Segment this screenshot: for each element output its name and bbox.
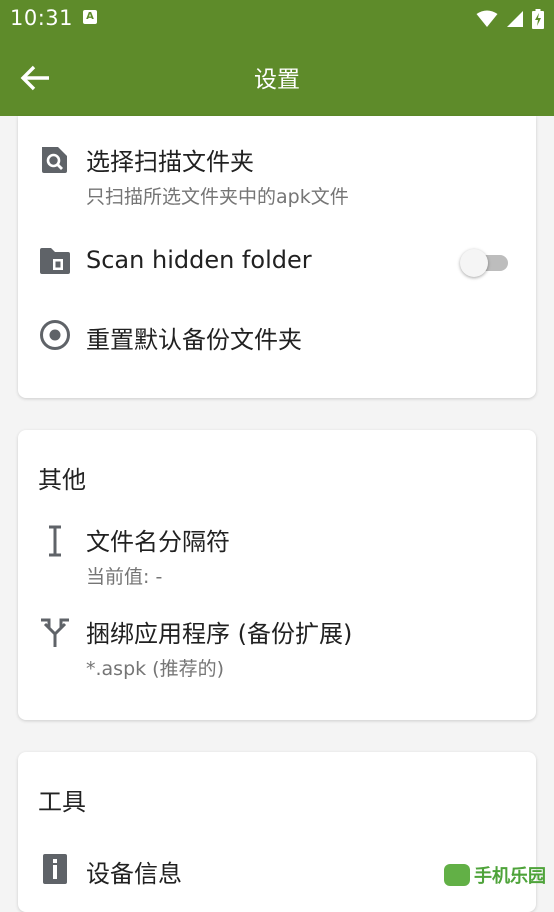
watermark-text: 手机乐园: [474, 866, 546, 887]
other-settings-card: 其他 文件名分隔符 当前值: - 捆绑应用程序 (备份扩展) *.aspk (推…: [18, 430, 536, 720]
switch-thumb: [460, 249, 488, 277]
scan-settings-card: 选择扫描文件夹 只扫描所选文件夹中的apk文件 Scan hidden fold…: [18, 116, 536, 398]
bundle-apps-summary: *.aspk (推荐的): [86, 658, 225, 680]
status-time: 10:31: [10, 6, 74, 30]
section-title-other: 其他: [38, 466, 86, 494]
scan-hidden-folder-item[interactable]: Scan hidden folder: [18, 238, 536, 286]
scan-hidden-folder-switch[interactable]: [460, 247, 510, 277]
page-title: 设置: [254, 67, 300, 93]
text-cursor-icon: [49, 525, 61, 557]
select-scan-folder-item[interactable]: 选择扫描文件夹 只扫描所选文件夹中的apk文件: [18, 136, 536, 214]
watermark-logo-icon: [444, 864, 470, 886]
wifi-icon: [476, 10, 498, 27]
merge-arrows-icon: [41, 618, 69, 647]
folder-search-icon: [42, 147, 67, 173]
filename-separator-item[interactable]: 文件名分隔符 当前值: -: [18, 520, 536, 588]
info-icon: [43, 854, 67, 884]
bundle-apps-item[interactable]: 捆绑应用程序 (备份扩展) *.aspk (推荐的): [18, 612, 536, 680]
app-bar: 设置: [0, 38, 554, 116]
select-scan-folder-title: 选择扫描文件夹: [86, 148, 254, 176]
reset-backup-folder-title: 重置默认备份文件夹: [86, 326, 302, 354]
notification-icon: A: [83, 10, 97, 24]
select-scan-folder-summary: 只扫描所选文件夹中的apk文件: [86, 186, 349, 208]
tools-card: 工具 设备信息: [18, 752, 536, 912]
scan-hidden-folder-title: Scan hidden folder: [86, 246, 312, 274]
filename-separator-title: 文件名分隔符: [86, 528, 230, 556]
status-icons: [476, 8, 544, 30]
battery-charging-icon: [532, 9, 544, 29]
bundle-apps-title: 捆绑应用程序 (备份扩展): [86, 620, 353, 648]
cell-signal-icon: [507, 11, 523, 27]
radio-target-icon: [40, 320, 70, 350]
folder-icon: [40, 248, 70, 274]
watermark: 手机乐园: [444, 862, 546, 888]
device-info-title: 设备信息: [86, 860, 182, 888]
status-bar: 10:31 A: [0, 0, 554, 38]
reset-backup-folder-item[interactable]: 重置默认备份文件夹: [18, 312, 536, 360]
section-title-tools: 工具: [38, 788, 86, 816]
filename-separator-summary: 当前值: -: [86, 566, 163, 588]
